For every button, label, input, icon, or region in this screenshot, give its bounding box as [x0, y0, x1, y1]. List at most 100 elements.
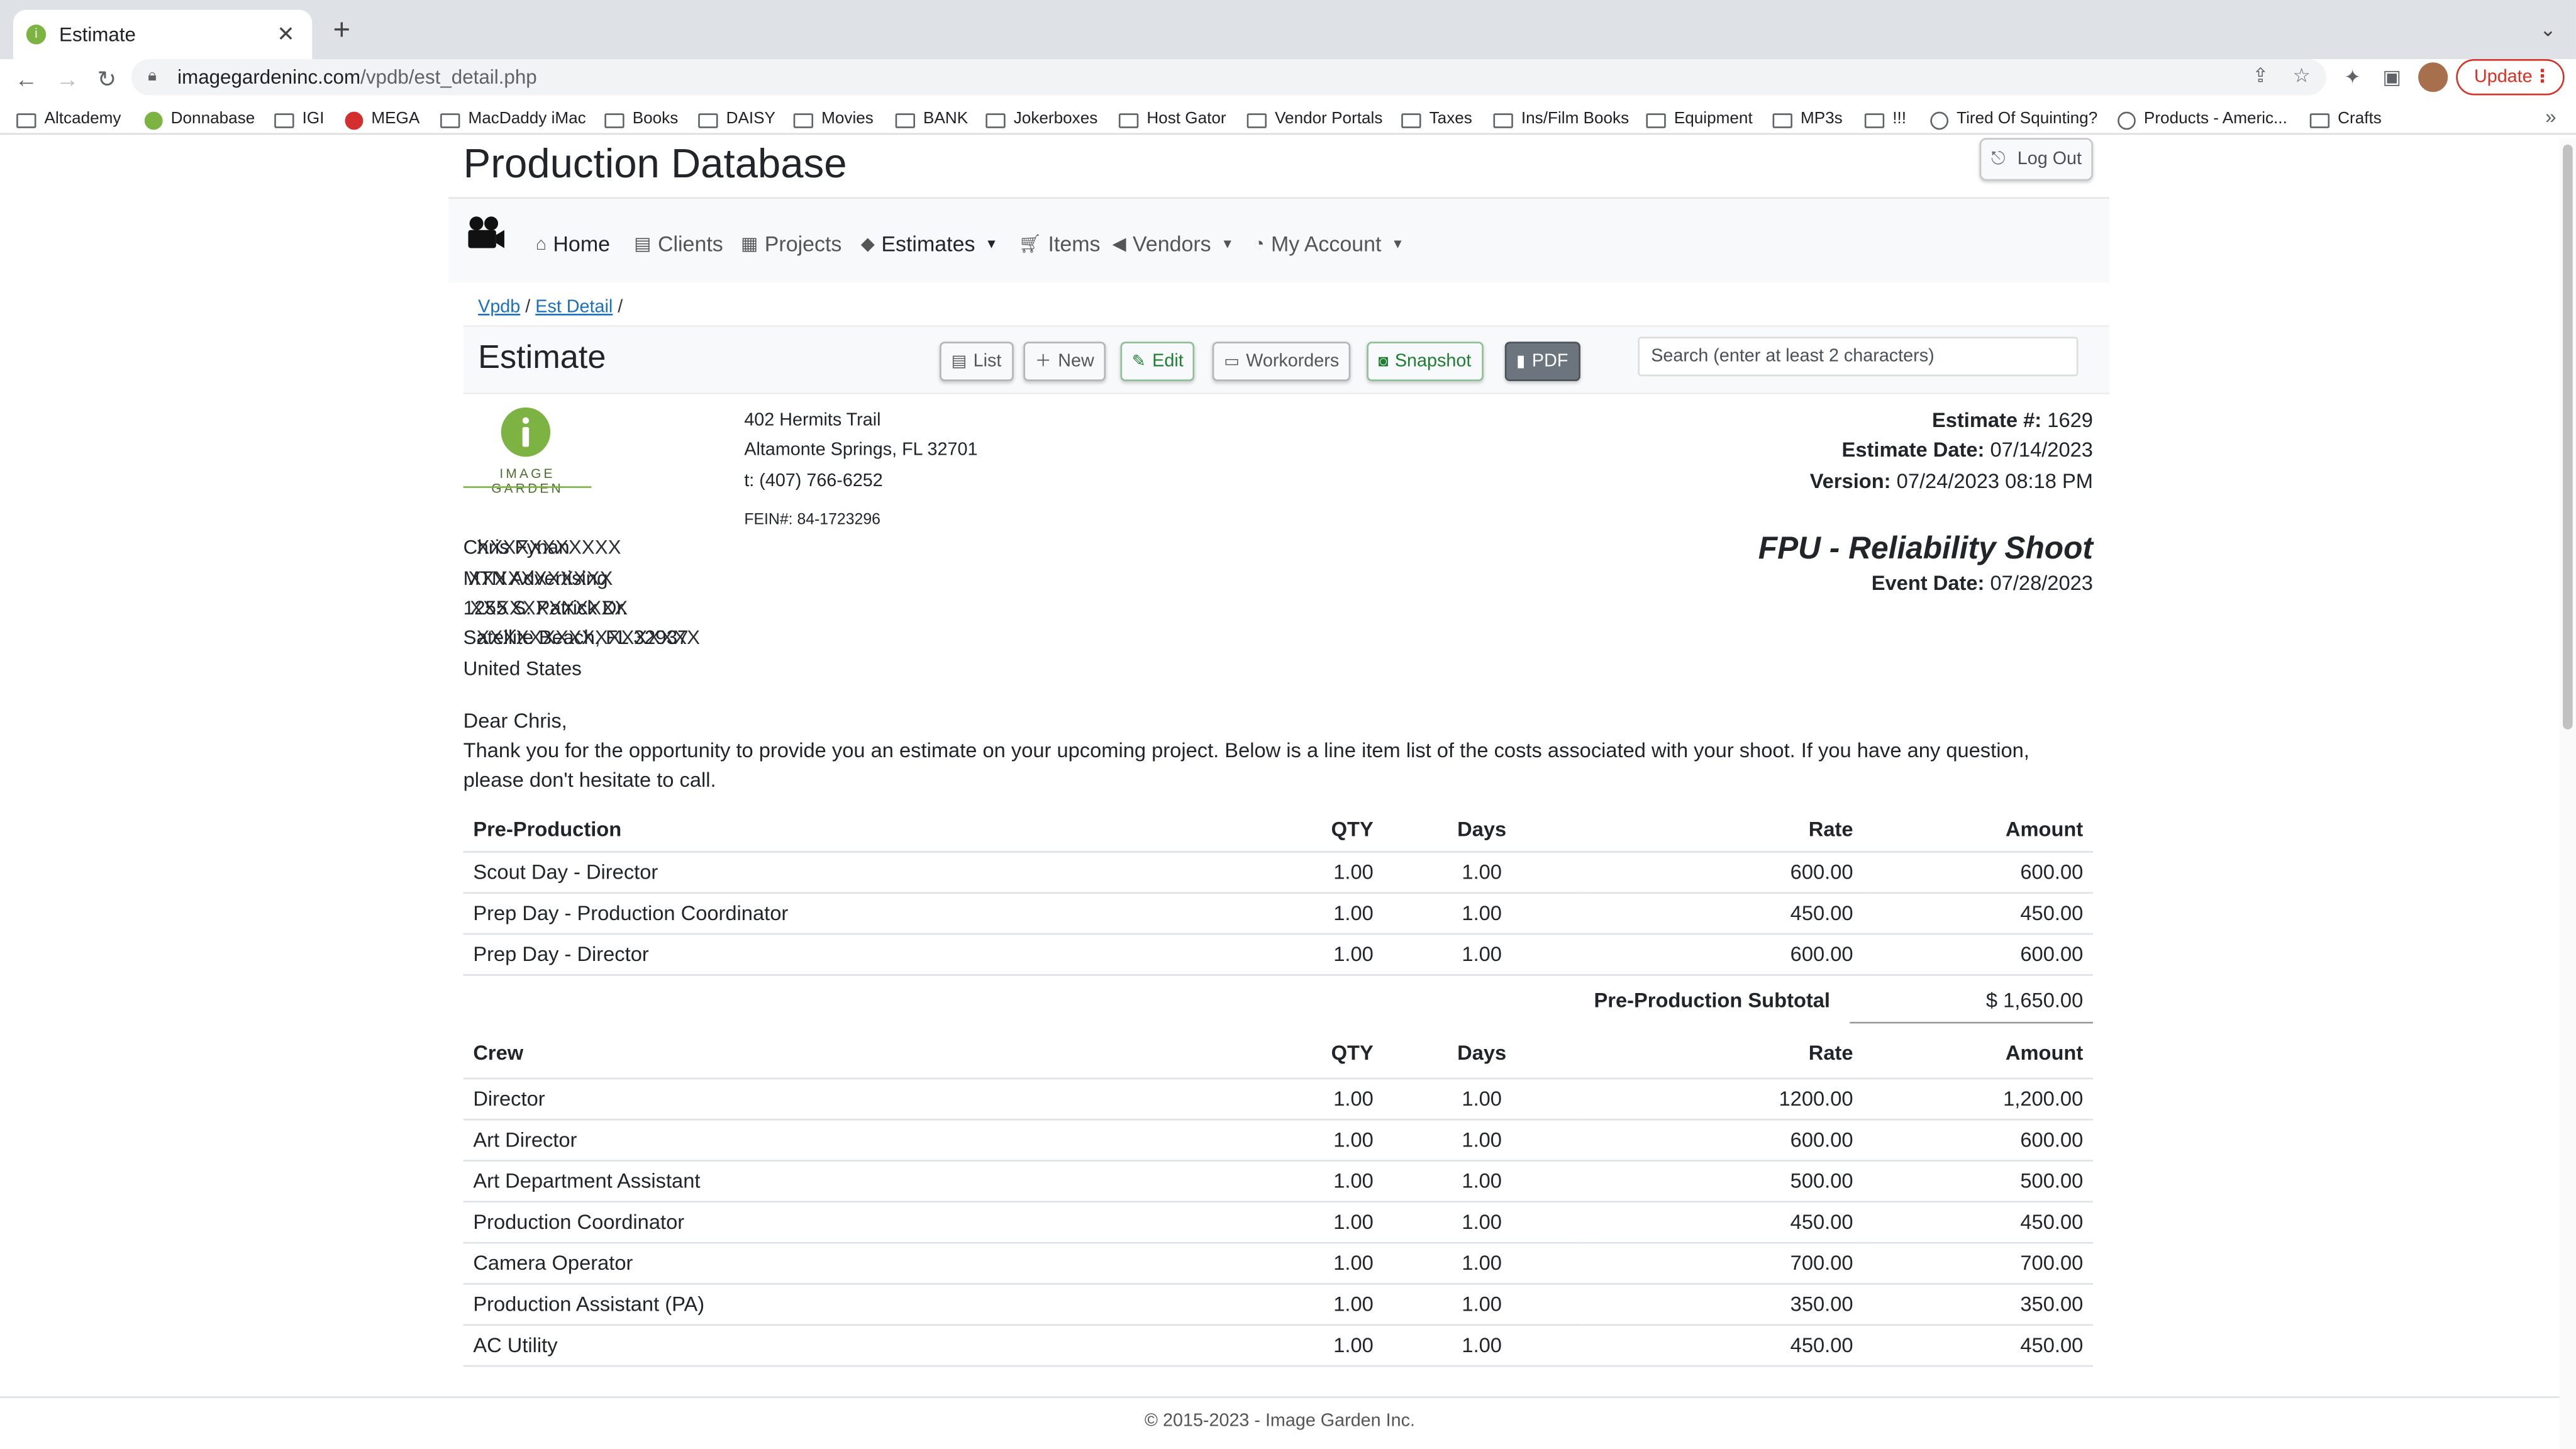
breadcrumb-current-link[interactable]: Est Detail	[535, 297, 613, 317]
preproduction-subtotal: Pre-Production Subtotal $ 1,650.00	[464, 977, 2093, 1024]
nav-projects[interactable]: ▦ Projects	[741, 231, 841, 256]
logo-glyph	[522, 417, 530, 447]
nav-items-label: Items	[1048, 231, 1101, 257]
bookmark-label: MacDaddy iMac	[468, 110, 586, 128]
bookmark-label: Movies	[821, 110, 874, 128]
bookmark-item[interactable]: BANK	[895, 107, 968, 133]
page-title: Production Database	[463, 141, 847, 187]
scrollbar-thumb[interactable]	[2563, 144, 2573, 730]
bookmark-item[interactable]: Tired Of Squinting?	[1930, 107, 2097, 133]
folder-icon	[1772, 112, 1792, 128]
item-qty: 1.00	[1252, 1324, 1384, 1367]
table-header-row: Crew QTY Days Rate Amount	[463, 1030, 2093, 1079]
share-icon[interactable]: ⇪	[2247, 64, 2273, 87]
bookmark-label: Books	[632, 110, 679, 128]
caret-down-icon: ▼	[1391, 236, 1404, 252]
table-row: Prep Day - Director 1.00 1.00 600.00 600…	[463, 933, 2093, 975]
main-navbar: ⌂ Home ▤ Clients ▦ Projects ◆ Estimates ▼ 🛒︎ I…	[448, 197, 2110, 283]
item-name: AC Utility	[463, 1324, 1252, 1367]
new-tab-icon[interactable]: +	[327, 15, 357, 45]
nav-vendors[interactable]: ◀ Vendors ▼	[1112, 231, 1234, 256]
bookmark-item[interactable]: IGI	[274, 107, 325, 133]
logout-label: Log Out	[2017, 149, 2082, 170]
estimate-number-label: Estimate #:	[1931, 409, 2042, 433]
new-label: New	[1058, 352, 1094, 372]
client-country: United States	[463, 657, 582, 680]
qty-header: QTY	[1252, 809, 1384, 852]
nav-clients-label: Clients	[657, 231, 723, 257]
chevron-down-icon[interactable]: ⌄	[2540, 18, 2556, 42]
item-qty: 1.00	[1252, 1241, 1384, 1284]
nav-estimates[interactable]: ◆ Estimates ▼	[861, 231, 998, 256]
bookmark-item[interactable]: Host Gator	[1118, 107, 1226, 133]
update-label: Update	[2473, 67, 2533, 87]
project-title: FPU - Reliability Shoot	[1758, 532, 2093, 567]
item-days: 1.00	[1383, 1241, 1580, 1284]
extensions-icon[interactable]: ✦	[2340, 64, 2366, 91]
reload-icon[interactable]: ↻	[91, 62, 123, 95]
update-button[interactable]: Update ⋮	[2456, 59, 2565, 96]
bookmark-label: Taxes	[1429, 110, 1472, 128]
bookmark-item[interactable]: DAISY	[698, 107, 775, 133]
site-icon	[144, 111, 163, 130]
table-row: Prep Day - Production Coordinator 1.00 1…	[463, 892, 2093, 935]
address-bar[interactable]: 🔒︎ imagegardeninc.com/vpdb/est_detail.ph…	[131, 59, 2326, 96]
profile-avatar[interactable]	[2418, 62, 2448, 92]
browser-tab[interactable]: i Estimate ✕	[13, 9, 313, 60]
bookmark-item[interactable]: Donnabase	[144, 107, 255, 133]
bookmark-item[interactable]: Products - Americ...	[2118, 107, 2287, 133]
back-icon[interactable]: ←	[10, 62, 43, 95]
nav-clients[interactable]: ▤ Clients	[634, 231, 723, 256]
item-qty: 1.00	[1252, 1283, 1384, 1325]
star-icon[interactable]: ☆	[2289, 64, 2315, 87]
edit-button[interactable]: ✎ Edit	[1120, 341, 1196, 382]
bookmark-item[interactable]: Movies	[793, 107, 874, 133]
bookmark-item[interactable]: Crafts	[2309, 107, 2382, 133]
sidepanel-icon[interactable]: ▣	[2379, 64, 2405, 91]
estimate-date-value: 07/14/2023	[1990, 438, 2093, 462]
breadcrumb-separator: /	[618, 297, 623, 318]
bookmark-item[interactable]: Taxes	[1401, 107, 1472, 133]
bookmark-item[interactable]: MEGA	[345, 107, 420, 133]
page-scrollbar[interactable]	[2559, 138, 2576, 1449]
breadcrumb-root-link[interactable]: Vpdb	[478, 297, 520, 317]
bookmark-label: MEGA	[371, 110, 420, 128]
edit-label: Edit	[1152, 352, 1184, 372]
item-amount: 450.00	[1863, 892, 2093, 935]
bookmark-item[interactable]: Ins/Film Books	[1493, 107, 1629, 133]
nav-items[interactable]: 🛒︎ Items	[1019, 231, 1101, 256]
nav-my-account[interactable]: ◔ My Account ▼	[1253, 231, 1404, 256]
forward-icon[interactable]: →	[51, 62, 84, 95]
bookmark-item[interactable]: !!!	[1864, 107, 1906, 133]
search-input[interactable]	[1638, 336, 2079, 377]
logout-button[interactable]: ⎋ Log Out	[1979, 138, 2093, 181]
nav-home[interactable]: ⌂ Home	[536, 231, 610, 256]
item-qty: 1.00	[1252, 892, 1384, 935]
bookmark-item[interactable]: Books	[604, 107, 678, 133]
list-button[interactable]: ▤ List	[940, 341, 1013, 382]
pdf-button[interactable]: ▮ PDF	[1504, 341, 1580, 382]
estimate-date: Estimate Date: 07/14/2023	[1842, 438, 2093, 462]
new-button[interactable]: ＋ New	[1023, 341, 1106, 382]
browser-window: i Estimate ✕ + ⌄ ← → ↻ 🔒︎ imagegardeninc…	[0, 0, 2576, 1449]
bookmarks-overflow-icon[interactable]: »	[2545, 105, 2556, 128]
caret-down-icon: ▼	[985, 236, 998, 252]
item-rate: 450.00	[1580, 1324, 1863, 1367]
bookmark-item[interactable]: Equipment	[1646, 107, 1753, 133]
workorders-button[interactable]: ▭ Workorders	[1212, 341, 1351, 382]
item-rate: 700.00	[1580, 1241, 1863, 1284]
nav-vendors-label: Vendors	[1133, 231, 1211, 257]
bookmark-item[interactable]: Altcademy	[16, 107, 121, 133]
car-icon: ◆	[860, 235, 875, 255]
snapshot-button[interactable]: ◙ Snapshot	[1367, 341, 1483, 382]
video-camera-icon[interactable]	[467, 215, 506, 251]
bookmark-item[interactable]: Jokerboxes	[985, 107, 1097, 133]
bookmark-label: Host Gator	[1146, 110, 1226, 128]
bookmark-item[interactable]: MP3s	[1772, 107, 1843, 133]
copyright-text: © 2015-2023 - Image Garden Inc.	[1144, 1411, 1415, 1431]
bookmark-label: Equipment	[1674, 110, 1753, 128]
bookmark-item[interactable]: MacDaddy iMac	[440, 107, 586, 133]
close-icon[interactable]: ✕	[273, 21, 299, 48]
bookmark-item[interactable]: Vendor Portals	[1246, 107, 1382, 133]
folder-icon	[274, 112, 294, 128]
